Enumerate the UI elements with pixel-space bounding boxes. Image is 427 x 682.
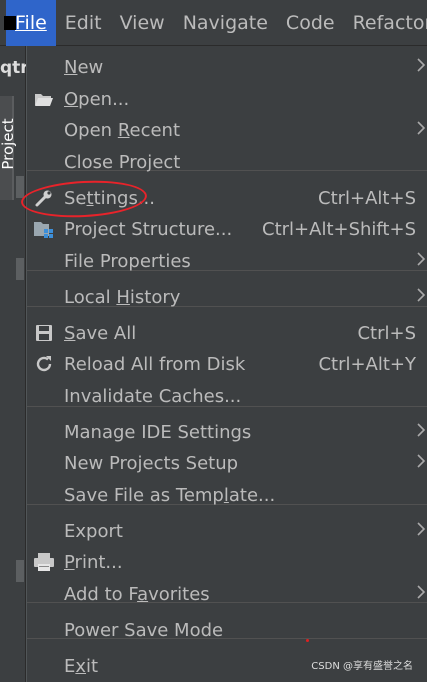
project-structure-icon <box>33 218 55 240</box>
file-menu-item[interactable]: Close Project <box>27 147 427 177</box>
file-menu-item[interactable]: Save All Ctrl+S <box>27 318 427 348</box>
menu-navigate-label: Navigate <box>182 11 268 34</box>
submenu-arrow-icon <box>416 521 426 542</box>
menu-view[interactable]: View <box>111 0 174 46</box>
submenu-arrow-icon <box>416 57 426 78</box>
file-menu-item[interactable]: File Properties <box>27 246 427 276</box>
file-menu-item[interactable]: Local History <box>27 282 427 312</box>
file-menu-item[interactable]: New <box>27 52 427 82</box>
submenu-arrow-icon <box>416 251 426 272</box>
menu-item-label: Local History <box>64 286 181 308</box>
menu-item-label: Reload All from Disk <box>64 353 246 375</box>
project-tool-tab-label: Project <box>0 118 17 170</box>
file-menu-item[interactable]: Reload All from Disk Ctrl+Alt+Y <box>27 349 427 379</box>
menu-item-label: Save File as Template... <box>64 484 276 506</box>
menu-item-label: Add to Favorites <box>64 583 210 605</box>
menu-navigate[interactable]: Navigate <box>174 0 277 46</box>
menu-refactor-label: Refactor <box>352 11 427 34</box>
menu-item-label: Invalidate Caches... <box>64 385 242 407</box>
menu-item-label: Save All <box>64 322 137 344</box>
menu-edit[interactable]: Edit <box>56 0 111 46</box>
print-icon <box>33 551 55 573</box>
menu-item-label: Close Project <box>64 151 181 173</box>
file-menu-item[interactable]: Export <box>27 516 427 546</box>
menu-item-label: Export <box>64 520 123 542</box>
menu-item-label: Print... <box>64 551 123 573</box>
file-menu-item[interactable]: Open... <box>27 84 427 114</box>
menu-edit-label: Edit <box>64 11 102 34</box>
menu-view-label: View <box>119 11 165 34</box>
menu-item-label: Open... <box>64 88 130 110</box>
reload-icon <box>33 353 55 375</box>
file-menu-item[interactable]: Invalidate Caches... <box>27 381 427 411</box>
editor-gutter-marker <box>16 560 24 582</box>
menu-code-label: Code <box>285 11 335 34</box>
file-menu-item[interactable]: Print... <box>27 547 427 577</box>
menu-item-shortcut: Ctrl+Alt+S <box>318 187 416 209</box>
folder-open-icon <box>33 88 55 110</box>
menu-item-label: File Properties <box>64 250 191 272</box>
submenu-arrow-icon <box>416 584 426 605</box>
file-menu-item[interactable]: New Projects Setup <box>27 448 427 478</box>
file-menu-item[interactable]: Manage IDE Settings <box>27 417 427 447</box>
menu-refactor[interactable]: Refactor <box>344 0 427 46</box>
watermark: CSDN @享有盛誉之名 <box>311 661 413 672</box>
menu-file-label: File <box>15 11 47 34</box>
menubar: File Edit View Navigate Code Refactor <box>0 0 427 46</box>
menu-item-label: Exit <box>64 655 99 677</box>
menu-item-label: New <box>64 56 104 78</box>
menu-item-label: Manage IDE Settings <box>64 421 252 443</box>
file-menu-item[interactable]: Open Recent <box>27 115 427 145</box>
file-menu-item[interactable]: Save File as Template... <box>27 480 427 510</box>
menu-item-shortcut: Ctrl+Alt+Y <box>318 353 416 375</box>
project-header-fragment: qtr <box>0 58 29 78</box>
file-menu-item[interactable]: Add to Favorites <box>27 579 427 609</box>
menu-code[interactable]: Code <box>277 0 344 46</box>
editor-gutter-marker <box>16 176 24 198</box>
file-menu-item[interactable]: Project Structure... Ctrl+Alt+Shift+S <box>27 214 427 244</box>
menu-item-shortcut: Ctrl+S <box>357 322 416 344</box>
menu-item-label: Project Structure... <box>64 218 233 240</box>
annotation-dot <box>306 639 309 642</box>
file-menu-dropdown: New Open... Open Recent Close Project Settin… <box>26 46 427 682</box>
editor-gutter-marker <box>16 258 24 280</box>
menu-item-label: Power Save Mode <box>64 619 224 641</box>
submenu-arrow-icon <box>416 120 426 141</box>
file-menu-item[interactable]: Power Save Mode <box>27 615 427 645</box>
submenu-arrow-icon <box>416 287 426 308</box>
menu-item-label: Open Recent <box>64 119 181 141</box>
submenu-arrow-icon <box>416 422 426 443</box>
menu-item-label: New Projects Setup <box>64 452 239 474</box>
submenu-arrow-icon <box>416 453 426 474</box>
menu-item-shortcut: Ctrl+Alt+Shift+S <box>262 218 416 240</box>
save-icon <box>33 322 55 344</box>
